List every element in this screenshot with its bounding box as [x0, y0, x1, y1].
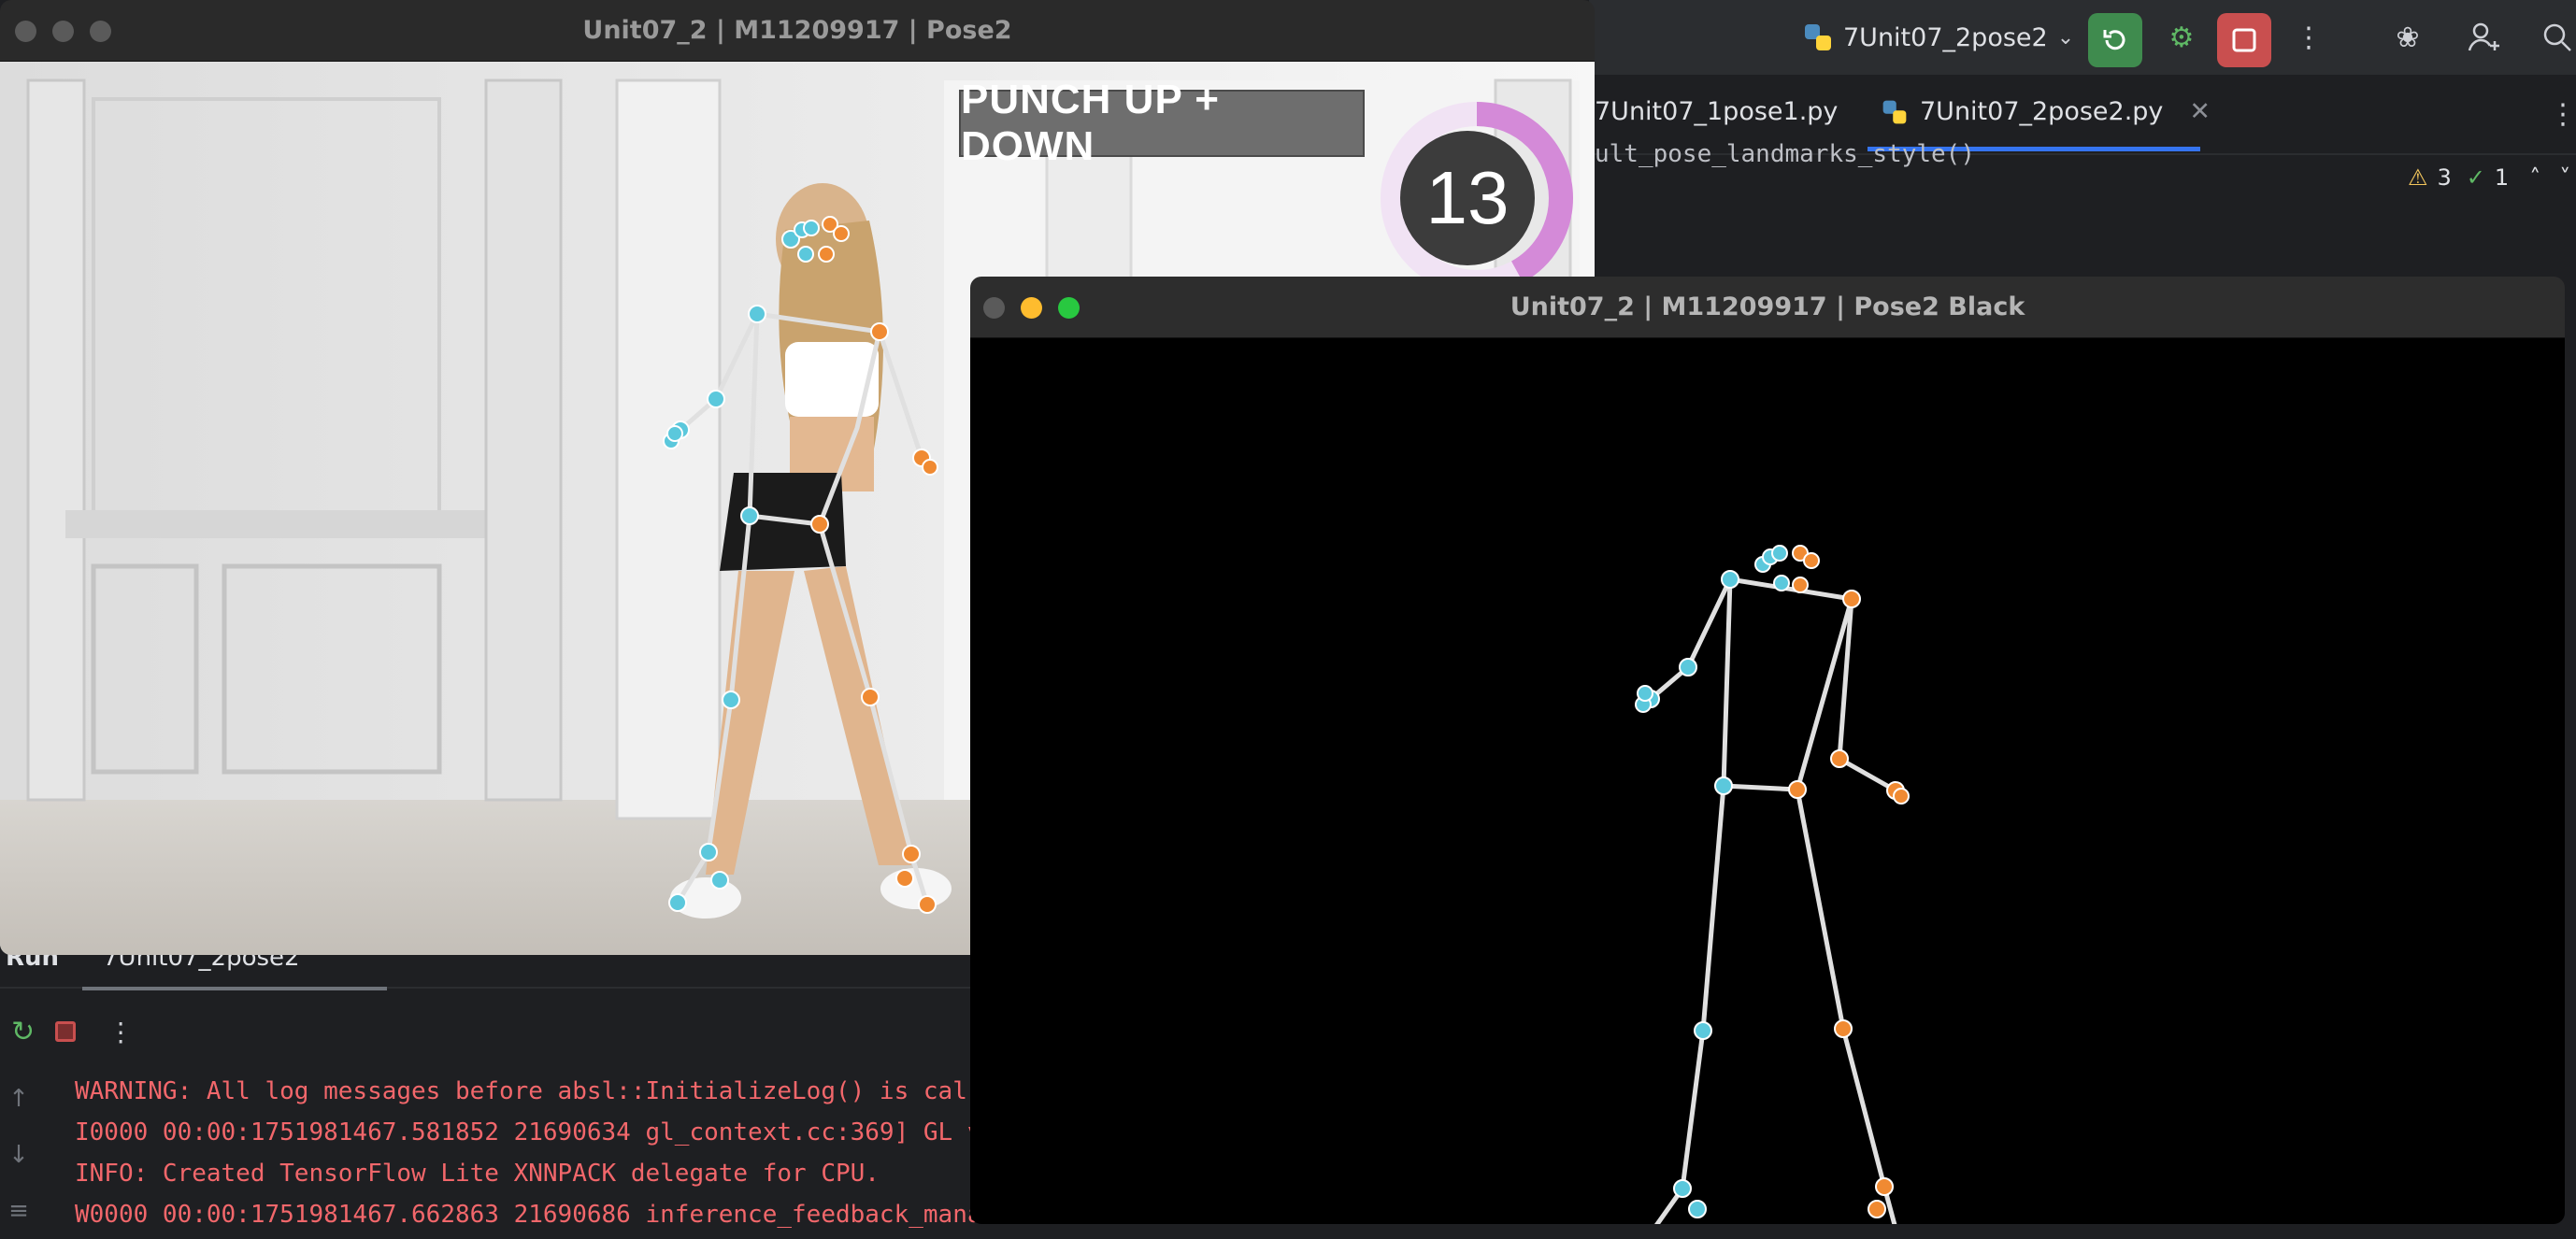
console-gutter: ↑ ↓ ≡	[0, 1071, 37, 1239]
tab-label: 7Unit07_2pose2.py	[1920, 97, 2164, 126]
python-icon	[1805, 24, 1831, 50]
video-window-title: Unit07_2 | M11209917 | Pose2	[582, 16, 1012, 45]
more-vertical-icon[interactable]: ⋮	[107, 1017, 134, 1047]
skeleton-canvas	[970, 338, 2565, 1224]
run-tab-indicator	[82, 987, 387, 990]
skeleton-window: Unit07_2 | M11209917 | Pose2 Black	[970, 277, 2565, 1224]
run-config-label: 7Unit07_2pose2	[1843, 22, 2048, 52]
code-line: ult_pose_landmarks_style()	[1595, 140, 1975, 168]
exercise-banner: PUNCH UP + DOWN	[959, 77, 1365, 169]
console-line: INFO: Created TensorFlow Lite XNNPACK de…	[75, 1160, 880, 1188]
tabs-more-icon[interactable]: ⋮	[2542, 93, 2576, 135]
rep-counter: 13	[1425, 156, 1510, 239]
chevron-down-icon: ⌄	[2056, 25, 2075, 50]
add-user-icon[interactable]	[2464, 17, 2505, 58]
console-output: WARNING: All log messages before absl::I…	[75, 1071, 982, 1235]
inspection-widget[interactable]: ⚠ 3 ✓ 1 ˄ ˅	[2408, 164, 2570, 191]
search-icon[interactable]	[2537, 17, 2576, 58]
tab-7unit07-1pose1[interactable]: 7Unit07_1pose1.py	[1595, 97, 1838, 126]
wrap-icon[interactable]: ≡	[0, 1183, 37, 1239]
rerun-button[interactable]	[2088, 13, 2142, 67]
more-vertical-icon[interactable]: ⋮	[2288, 17, 2329, 58]
warning-count: 3	[2437, 164, 2452, 191]
rerun-icon	[2103, 30, 2125, 50]
skeleton-drawing	[1635, 545, 1910, 1224]
chevron-up-icon[interactable]: ˄	[2529, 164, 2540, 191]
check-count: 1	[2494, 164, 2510, 191]
console-line: W0000 00:00:1751981467.662863 21690686 i…	[75, 1201, 982, 1229]
run-toolbar: ↻ ⋮	[0, 1004, 134, 1060]
console-line: WARNING: All log messages before absl::I…	[75, 1077, 967, 1105]
stop-icon[interactable]	[55, 1021, 77, 1042]
ai-assistant-icon[interactable]: ❀	[2387, 17, 2428, 58]
exercise-banner-text: PUNCH UP + DOWN	[961, 77, 1220, 169]
check-icon: ✓	[2466, 164, 2485, 191]
chevron-down-icon[interactable]: ˅	[2559, 164, 2570, 191]
close-icon[interactable]: ✕	[2189, 97, 2211, 126]
debug-bug-icon[interactable]: ⚙	[2161, 17, 2202, 58]
console-line: I0000 00:00:1751981467.581852 21690634 g…	[75, 1118, 982, 1146]
run-panel: Run 7Unit07_2pose2 ↻ ⋮ ↑ ↓ ≡ WARNING: Al…	[0, 938, 982, 1229]
tab-label: 7Unit07_1pose1.py	[1595, 97, 1839, 126]
skeleton-window-title: Unit07_2 | M11209917 | Pose2 Black	[1510, 292, 2025, 321]
tab-7unit07-2pose2[interactable]: 7Unit07_2pose2.py ✕	[1881, 97, 2211, 126]
warning-icon: ⚠	[2408, 164, 2428, 191]
arrow-down-icon[interactable]: ↓	[0, 1127, 37, 1183]
stop-button[interactable]	[2217, 13, 2271, 67]
rerun-icon[interactable]: ↻	[11, 1016, 35, 1048]
run-config-selector[interactable]: 7Unit07_2pose2 ⌄	[1802, 19, 2074, 56]
stop-icon	[2232, 28, 2256, 52]
arrow-up-icon[interactable]: ↑	[0, 1071, 37, 1127]
python-icon	[1882, 100, 1907, 123]
